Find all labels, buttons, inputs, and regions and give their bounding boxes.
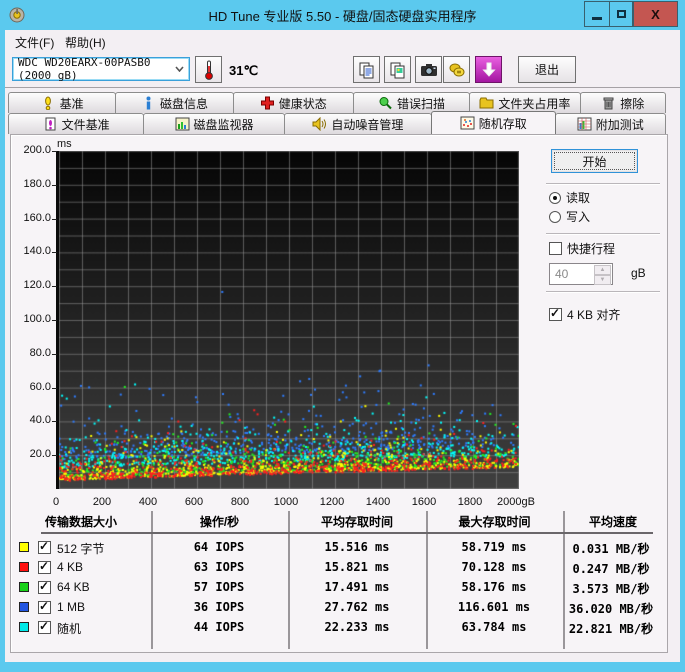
col-header-avg: 平均存取时间 bbox=[320, 515, 393, 529]
gold-coins-icon bbox=[449, 63, 464, 76]
trash-icon bbox=[603, 97, 614, 110]
header-underline bbox=[41, 532, 653, 534]
temperature-value: 31℃ bbox=[229, 63, 259, 78]
camera-icon bbox=[420, 63, 437, 76]
drive-select-value: WDC WD20EARX-00PASB0 (2000 gB) bbox=[18, 56, 151, 82]
exclamation-icon bbox=[44, 96, 51, 110]
col-header-ops: 操作/秒 bbox=[199, 515, 240, 529]
checkbox-icon bbox=[549, 242, 562, 255]
copy-image-icon bbox=[390, 62, 404, 78]
close-icon: X bbox=[651, 6, 660, 22]
bar-chart-icon bbox=[175, 117, 190, 131]
folder-icon bbox=[479, 97, 494, 109]
table-row: 512 字节 64 IOPS 15.516 ms 58.719 ms 0.031… bbox=[11, 539, 667, 557]
thermometer-icon bbox=[204, 60, 213, 80]
series-swatch bbox=[19, 582, 29, 592]
menu-file[interactable]: 文件(F) bbox=[11, 34, 58, 51]
separator bbox=[546, 183, 660, 185]
col-header-speed: 平均速度 bbox=[588, 515, 637, 529]
table-row: 随机 44 IOPS 22.233 ms 63.784 ms 22.821 MB… bbox=[11, 619, 667, 637]
exit-button[interactable]: 退出 bbox=[518, 56, 576, 83]
drive-select[interactable]: WDC WD20EARX-00PASB0 (2000 gB) bbox=[12, 56, 190, 82]
tab-aam[interactable]: 自动噪音管理 bbox=[283, 113, 433, 134]
chevron-down-icon bbox=[175, 66, 184, 72]
info-icon bbox=[146, 96, 151, 110]
random-access-page: ms 200.0 180.0 160.0 140.0 120.0 100.0 80.0 60.… bbox=[10, 134, 668, 653]
maximize-button[interactable] bbox=[609, 1, 633, 27]
series-swatch bbox=[19, 622, 29, 632]
download-icon bbox=[481, 62, 496, 77]
stepper-up-button[interactable]: ▲ bbox=[594, 265, 611, 275]
series-checkbox[interactable] bbox=[38, 599, 51, 614]
tab-disk-monitor[interactable]: 磁盘监视器 bbox=[143, 113, 285, 134]
tab-random-access[interactable]: 随机存取 bbox=[431, 111, 556, 134]
register-button[interactable] bbox=[443, 56, 470, 83]
tab-health[interactable]: 健康状态 bbox=[232, 92, 354, 113]
radio-icon bbox=[549, 191, 561, 204]
scatter-canvas bbox=[59, 151, 519, 489]
client-area: 文件(F) 帮助(H) WDC WD20EARX-00PASB0 (2000 g… bbox=[5, 30, 680, 662]
toolbar: WDC WD20EARX-00PASB0 (2000 gB) 31℃ 退出 bbox=[5, 52, 680, 88]
grid-chart-icon bbox=[577, 117, 592, 131]
tab-row-1: 基准 磁盘信息 健康状态 错误扫描 文件夹占用率 擦除 bbox=[8, 92, 666, 113]
table-row: 64 KB 57 IOPS 17.491 ms 58.176 ms 3.573 … bbox=[11, 579, 667, 597]
table-row: 1 MB 36 IOPS 27.762 ms 116.601 ms 36.020… bbox=[11, 599, 667, 617]
tab-row-2: 文件基准 磁盘监视器 自动噪音管理 随机存取 附加测试 bbox=[8, 111, 666, 134]
align-checkbox[interactable]: 4 KB 对齐 bbox=[549, 306, 620, 323]
y-axis-unit: ms bbox=[57, 138, 72, 150]
stepper-value: 40 bbox=[555, 267, 569, 281]
table-row: 4 KB 63 IOPS 15.821 ms 70.128 ms 0.247 M… bbox=[11, 559, 667, 577]
magnifier-icon bbox=[379, 97, 392, 110]
shortstroke-checkbox[interactable]: 快捷行程 bbox=[549, 240, 615, 257]
separator bbox=[546, 233, 660, 235]
screenshot-button[interactable] bbox=[415, 56, 442, 83]
copy-text-icon bbox=[359, 62, 373, 78]
radio-icon bbox=[549, 210, 561, 223]
write-radio[interactable]: 写入 bbox=[549, 208, 590, 225]
col-header-size: 传输数据大小 bbox=[44, 515, 117, 529]
start-button[interactable]: 开始 bbox=[551, 149, 638, 173]
scatter-icon bbox=[460, 116, 475, 130]
read-radio[interactable]: 读取 bbox=[549, 189, 590, 206]
shortstroke-size-stepper[interactable]: 40 ▲ ▼ bbox=[549, 263, 613, 285]
minimize-icon bbox=[592, 16, 602, 20]
window-title: HD Tune 专业版 5.50 - 硬盘/固态硬盘实用程序 bbox=[208, 9, 477, 24]
copy-text-button[interactable] bbox=[353, 56, 380, 83]
tab-file-benchmark[interactable]: 文件基准 bbox=[8, 113, 145, 134]
scatter-plot bbox=[56, 151, 519, 489]
col-header-max: 最大存取时间 bbox=[458, 515, 531, 529]
tab-extra-tests[interactable]: 附加测试 bbox=[554, 113, 666, 134]
tab-benchmark[interactable]: 基准 bbox=[8, 92, 117, 113]
minimize-button[interactable] bbox=[584, 1, 610, 27]
tab-erase[interactable]: 擦除 bbox=[579, 92, 666, 113]
series-checkbox[interactable] bbox=[38, 559, 51, 574]
series-checkbox[interactable] bbox=[38, 619, 51, 634]
speaker-icon bbox=[312, 117, 327, 131]
tab-error-scan[interactable]: 错误扫描 bbox=[352, 92, 471, 113]
health-cross-icon bbox=[260, 96, 274, 110]
separator bbox=[546, 291, 660, 293]
maximize-icon bbox=[616, 10, 626, 18]
menu-help[interactable]: 帮助(H) bbox=[61, 34, 110, 51]
title-bar[interactable]: HD Tune 专业版 5.50 - 硬盘/固态硬盘实用程序 X bbox=[0, 0, 685, 30]
stepper-unit-label: gB bbox=[631, 266, 646, 280]
series-swatch bbox=[19, 602, 29, 612]
stepper-down-button[interactable]: ▼ bbox=[594, 275, 611, 285]
hdtune-window: HD Tune 专业版 5.50 - 硬盘/固态硬盘实用程序 X 文件(F) 帮… bbox=[0, 0, 685, 672]
checkbox-icon bbox=[549, 306, 562, 321]
focus-rect bbox=[554, 152, 635, 170]
tab-folder-usage[interactable]: 文件夹占用率 bbox=[469, 92, 581, 113]
series-swatch bbox=[19, 542, 29, 552]
tab-disk-info[interactable]: 磁盘信息 bbox=[115, 92, 234, 113]
copy-image-button[interactable] bbox=[384, 56, 411, 83]
series-checkbox[interactable] bbox=[38, 539, 51, 554]
close-button[interactable]: X bbox=[633, 1, 678, 27]
temperature-button[interactable] bbox=[195, 56, 222, 83]
menu-bar: 文件(F) 帮助(H) bbox=[5, 30, 680, 52]
series-swatch bbox=[19, 562, 29, 572]
file-exclamation-icon bbox=[45, 117, 56, 131]
series-checkbox[interactable] bbox=[38, 579, 51, 594]
update-button[interactable] bbox=[475, 56, 502, 83]
